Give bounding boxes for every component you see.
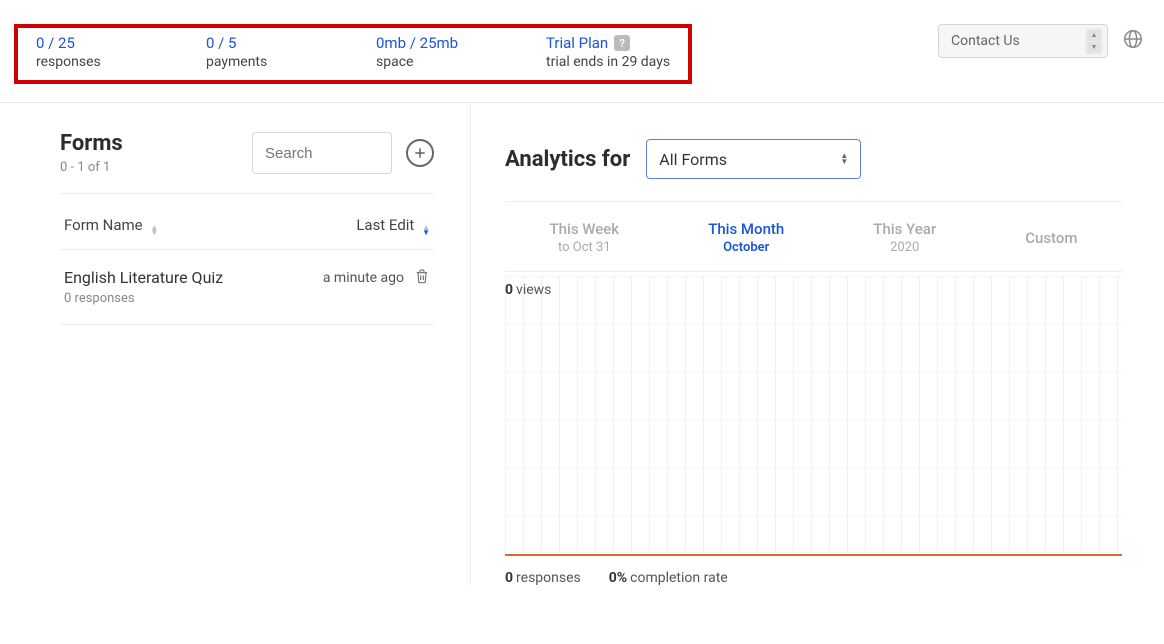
forms-header: Forms 0 - 1 of 1 xyxy=(60,131,434,194)
stat-space-value: 0mb / 25mb xyxy=(376,34,486,52)
col-last-edit[interactable]: Last Edit ▲▼ xyxy=(356,216,430,235)
stat-plan-name: Trial Plan xyxy=(546,34,608,52)
form-row-right: a minute ago xyxy=(323,268,430,288)
completion-count: 0% xyxy=(609,570,627,586)
analytics-title: Analytics for xyxy=(505,147,630,172)
select-spinner-icon: ▲▼ xyxy=(1085,28,1103,55)
form-responses: 0 responses xyxy=(64,291,223,306)
contact-us-select[interactable]: Contact Us ▲▼ xyxy=(938,24,1108,58)
analytics-header: Analytics for All Forms ▲▼ xyxy=(505,139,1122,202)
stat-responses-value: 0 / 25 xyxy=(36,34,146,52)
analytics-panel: Analytics for All Forms ▲▼ This Week to … xyxy=(470,103,1164,586)
col-form-name[interactable]: Form Name ▲▼ xyxy=(64,216,158,235)
completion-label: completion rate xyxy=(630,570,728,586)
sort-icon: ▲▼ xyxy=(150,225,158,235)
tab-custom[interactable]: Custom xyxy=(1025,220,1077,255)
tab-year-line1: This Year xyxy=(873,220,936,238)
stat-responses-summary: 0responses xyxy=(505,570,581,586)
usage-stats-box: 0 / 25 responses 0 / 5 payments 0mb / 25… xyxy=(14,24,692,84)
tab-this-year[interactable]: This Year 2020 xyxy=(873,220,936,255)
col-last-edit-label: Last Edit xyxy=(356,216,414,234)
tab-custom-label: Custom xyxy=(1025,229,1077,247)
forms-panel: Forms 0 - 1 of 1 Form Name ▲▼ Last Edit … xyxy=(0,103,470,586)
date-range-tabs: This Week to Oct 31 This Month October T… xyxy=(505,202,1122,272)
sort-icon: ▲▼ xyxy=(422,225,430,235)
top-bar: 0 / 25 responses 0 / 5 payments 0mb / 25… xyxy=(0,0,1164,103)
tab-week-line1: This Week xyxy=(550,220,620,238)
col-form-name-label: Form Name xyxy=(64,216,143,234)
bottom-stats: 0responses 0%completion rate xyxy=(505,556,1122,586)
tab-month-line1: This Month xyxy=(708,220,784,238)
form-edited: a minute ago xyxy=(323,270,404,286)
stat-payments: 0 / 5 payments xyxy=(206,34,316,70)
main: Forms 0 - 1 of 1 Form Name ▲▼ Last Edit … xyxy=(0,103,1164,586)
stat-space: 0mb / 25mb space xyxy=(376,34,486,70)
tab-this-month[interactable]: This Month October xyxy=(708,220,784,255)
form-name: English Literature Quiz xyxy=(64,268,223,287)
forms-title: Forms xyxy=(60,131,123,156)
stat-completion-summary: 0%completion rate xyxy=(609,570,728,586)
stat-payments-label: payments xyxy=(206,54,316,70)
forms-range: 0 - 1 of 1 xyxy=(60,160,123,175)
stat-payments-value: 0 / 5 xyxy=(206,34,316,52)
add-form-button[interactable] xyxy=(406,139,434,167)
trash-icon[interactable] xyxy=(414,268,430,288)
forms-filter-select[interactable]: All Forms ▲▼ xyxy=(646,139,861,179)
views-text: views xyxy=(516,282,551,298)
views-label: 0views xyxy=(505,282,551,298)
stat-plan-label: trial ends in 29 days xyxy=(546,54,670,70)
help-icon[interactable]: ? xyxy=(614,35,630,51)
stat-responses-label: responses xyxy=(36,54,146,70)
forms-column-headers: Form Name ▲▼ Last Edit ▲▼ xyxy=(60,194,434,250)
tab-year-line2: 2020 xyxy=(873,240,936,255)
views-chart: 0views xyxy=(505,276,1122,556)
globe-icon[interactable] xyxy=(1122,28,1144,54)
forms-filter-label: All Forms xyxy=(659,150,727,169)
stat-space-label: space xyxy=(376,54,486,70)
views-count: 0 xyxy=(505,282,513,298)
search-input[interactable] xyxy=(252,132,392,174)
top-right: Contact Us ▲▼ xyxy=(938,24,1144,58)
contact-us-label: Contact Us xyxy=(951,33,1020,49)
form-row[interactable]: English Literature Quiz 0 responses a mi… xyxy=(60,250,434,325)
forms-title-block: Forms 0 - 1 of 1 xyxy=(60,131,123,175)
tab-week-line2: to Oct 31 xyxy=(550,240,620,255)
stat-plan-value: Trial Plan ? xyxy=(546,34,670,52)
responses-count: 0 xyxy=(505,570,513,586)
stat-responses: 0 / 25 responses xyxy=(36,34,146,70)
tab-this-week[interactable]: This Week to Oct 31 xyxy=(550,220,620,255)
chevron-updown-icon: ▲▼ xyxy=(840,153,848,165)
tab-month-line2: October xyxy=(708,240,784,255)
form-row-left: English Literature Quiz 0 responses xyxy=(64,268,223,306)
stat-plan: Trial Plan ? trial ends in 29 days xyxy=(546,34,670,70)
responses-label: responses xyxy=(516,570,581,586)
